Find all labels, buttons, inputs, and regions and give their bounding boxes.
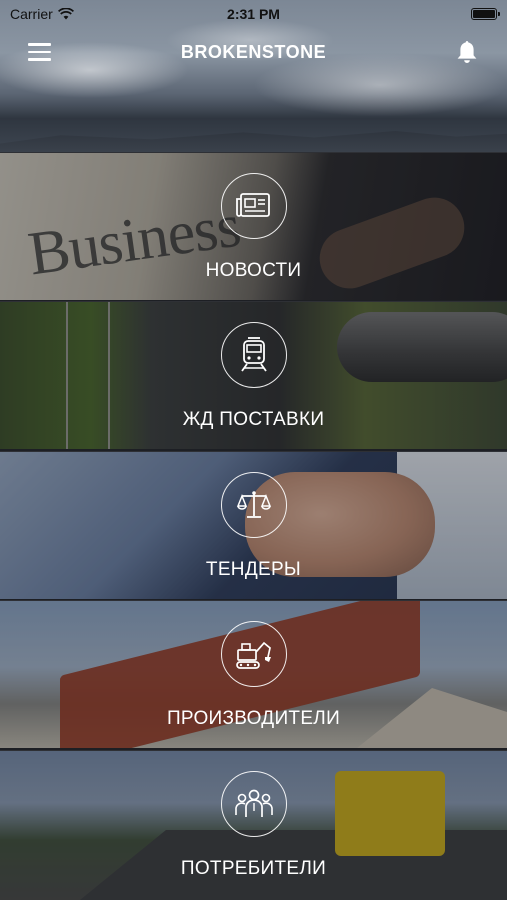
menu-line: [28, 50, 51, 53]
menu-item-label: ПОТРЕБИТЕЛИ: [180, 858, 327, 879]
menu-item-consumers[interactable]: ПОТРЕБИТЕЛИ: [0, 750, 507, 900]
menu-item-rail-supplies[interactable]: ЖД ПОСТАВКИ: [0, 301, 507, 449]
excavator-icon: [220, 621, 287, 687]
app-title: BROKENSTONE: [180, 41, 327, 62]
nav-bar: BROKENSTONE: [0, 28, 507, 76]
status-time: 2:31 PM: [227, 6, 280, 22]
newspaper-icon: [220, 173, 287, 239]
status-left: Carrier: [10, 6, 74, 22]
menu-item-news[interactable]: Business НОВОСТИ: [0, 152, 507, 300]
people-group-icon: [220, 771, 287, 837]
battery-icon: [471, 8, 500, 20]
menu-item-label: НОВОСТИ: [205, 260, 302, 281]
menu-item-producers[interactable]: ПРОИЗВОДИТЕЛИ: [0, 600, 507, 748]
hamburger-menu-icon[interactable]: [28, 43, 51, 61]
bell-icon[interactable]: [455, 39, 479, 65]
wifi-icon: [57, 8, 74, 20]
mountain-silhouette: [0, 131, 507, 152]
train-icon: [220, 322, 287, 388]
menu-item-label: ЖД ПОСТАВКИ: [182, 409, 325, 430]
menu-line: [28, 43, 51, 46]
menu-item-label: ПРОИЗВОДИТЕЛИ: [166, 708, 341, 729]
menu-line: [28, 58, 51, 61]
battery-fill: [473, 10, 495, 18]
scales-icon: [220, 472, 287, 538]
carrier-label: Carrier: [10, 6, 53, 22]
status-bar: Carrier 2:31 PM: [0, 0, 507, 28]
menu-item-label: ТЕНДЕРЫ: [205, 559, 302, 580]
menu-item-tenders[interactable]: ТЕНДЕРЫ: [0, 451, 507, 599]
